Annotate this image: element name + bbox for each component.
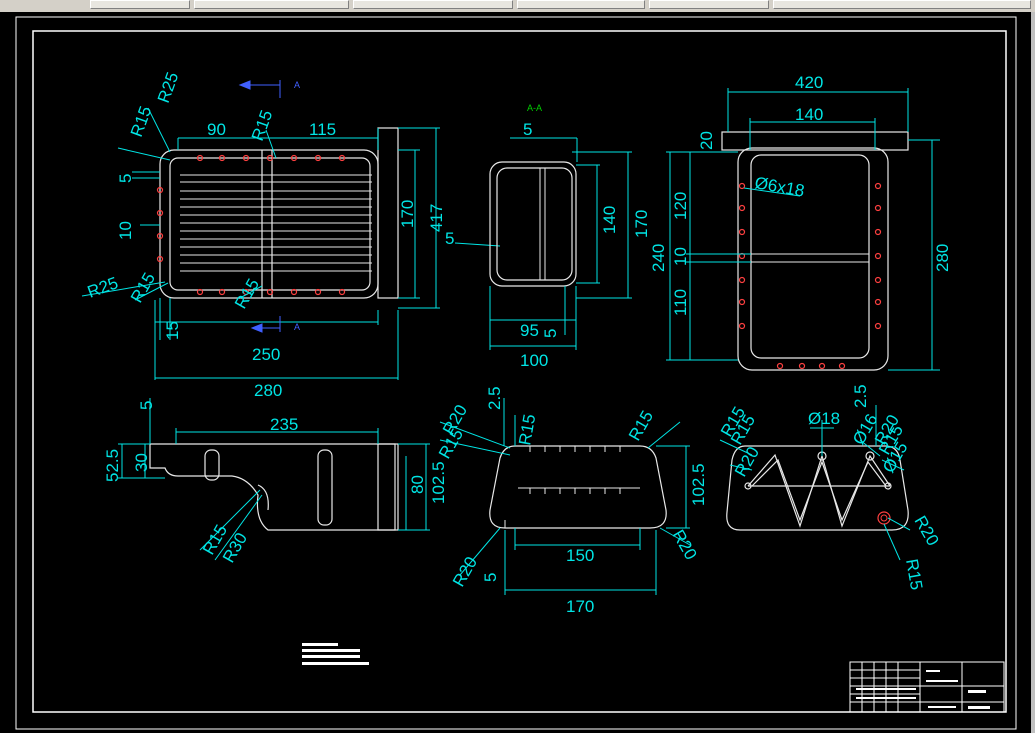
- end-view: 2.5 R20 R15 R15 R15 102.5 R20 5 150 R20 …: [435, 386, 708, 616]
- side-view: 420 140 20 Ø6x18 120 240 10 110 280: [649, 73, 952, 371]
- dimension-label: R15: [127, 104, 156, 140]
- dimension-label: 95: [520, 321, 539, 340]
- dimension-label: 30: [132, 453, 151, 472]
- dimension-label: 150: [566, 546, 594, 565]
- dimension-label: R15: [231, 275, 263, 312]
- dimension-label: 102.5: [689, 463, 708, 506]
- dimension-label: 10: [116, 221, 135, 240]
- dimension-label: 115: [309, 120, 336, 139]
- dimension-label: 5: [445, 229, 454, 248]
- dimension-label: 90: [207, 120, 226, 139]
- dimension-label: 280: [254, 381, 282, 400]
- dimension-label: 10: [671, 247, 690, 266]
- dimension-label: 110: [671, 289, 690, 316]
- front-view: 235 5 52.5 30 80 102.5 R15 R30: [103, 398, 448, 566]
- svg-text:A: A: [294, 322, 300, 332]
- dimension-label: 2.5: [851, 384, 870, 408]
- dimension-label: R15: [625, 407, 657, 444]
- dimension-label: R20: [449, 553, 481, 590]
- dimension-label: 102.5: [429, 461, 448, 504]
- drawing-frame: [32, 30, 1007, 713]
- dimension-label: R15: [435, 425, 467, 462]
- dimension-label: 170: [632, 210, 651, 238]
- dimension-label: 280: [933, 244, 952, 272]
- dimension-label: 5: [541, 329, 560, 338]
- dimension-label: R15: [515, 413, 539, 447]
- dimension-label: 5: [481, 573, 500, 582]
- dimension-label: 240: [649, 244, 668, 272]
- dimension-label: R15: [902, 557, 926, 591]
- section-view: A-A 5 140 170 95 5 100: [489, 103, 651, 370]
- dimension-label: 5: [137, 401, 156, 410]
- dimension-label: R20: [669, 527, 701, 564]
- dimension-label: Ø6x18: [753, 173, 806, 200]
- dimension-label: 5: [523, 120, 532, 139]
- dimension-label: 5: [116, 174, 135, 183]
- dimension-label: 120: [671, 192, 690, 220]
- dimension-label: R20: [911, 513, 943, 550]
- dimension-label: Ø18: [808, 409, 840, 428]
- dimension-label: 2.5: [485, 386, 504, 410]
- dimension-label: 250: [252, 345, 280, 364]
- dimension-label: 417: [427, 204, 446, 232]
- dimension-label: 170: [398, 200, 417, 228]
- outer-border: [15, 16, 1017, 730]
- section-label: A-A: [527, 103, 542, 113]
- dimension-label: 420: [795, 73, 823, 92]
- dimension-label: R25: [154, 70, 183, 106]
- svg-text:A: A: [294, 80, 300, 90]
- dimension-label: 52.5: [103, 449, 122, 482]
- dimension-label: 235: [270, 415, 298, 434]
- dimension-label: 80: [408, 475, 427, 494]
- dimension-label: 170: [566, 597, 594, 616]
- dimension-label: 140: [795, 105, 823, 124]
- dimension-label: 140: [600, 206, 619, 234]
- rib-view: R15 R15 Ø18 2.5 Ø16 R20 R20 R15 Ø15 R20 …: [717, 384, 943, 591]
- title-block-text: [856, 670, 990, 709]
- technical-notes: [302, 643, 369, 665]
- cad-drawing: 90 115 170 417 10 5 R25 R15 R15 R25 R15 …: [15, 16, 1017, 730]
- top-view: 90 115 170 417 10 5 R25 R15 R15 R25 R15 …: [81, 70, 501, 400]
- dimension-label: 20: [697, 131, 716, 150]
- dimension-label: 15: [163, 321, 182, 340]
- title-block: [849, 661, 1005, 713]
- dimension-label: R25: [85, 273, 121, 302]
- dimension-label: R15: [127, 269, 159, 306]
- dimension-label: 100: [520, 351, 548, 370]
